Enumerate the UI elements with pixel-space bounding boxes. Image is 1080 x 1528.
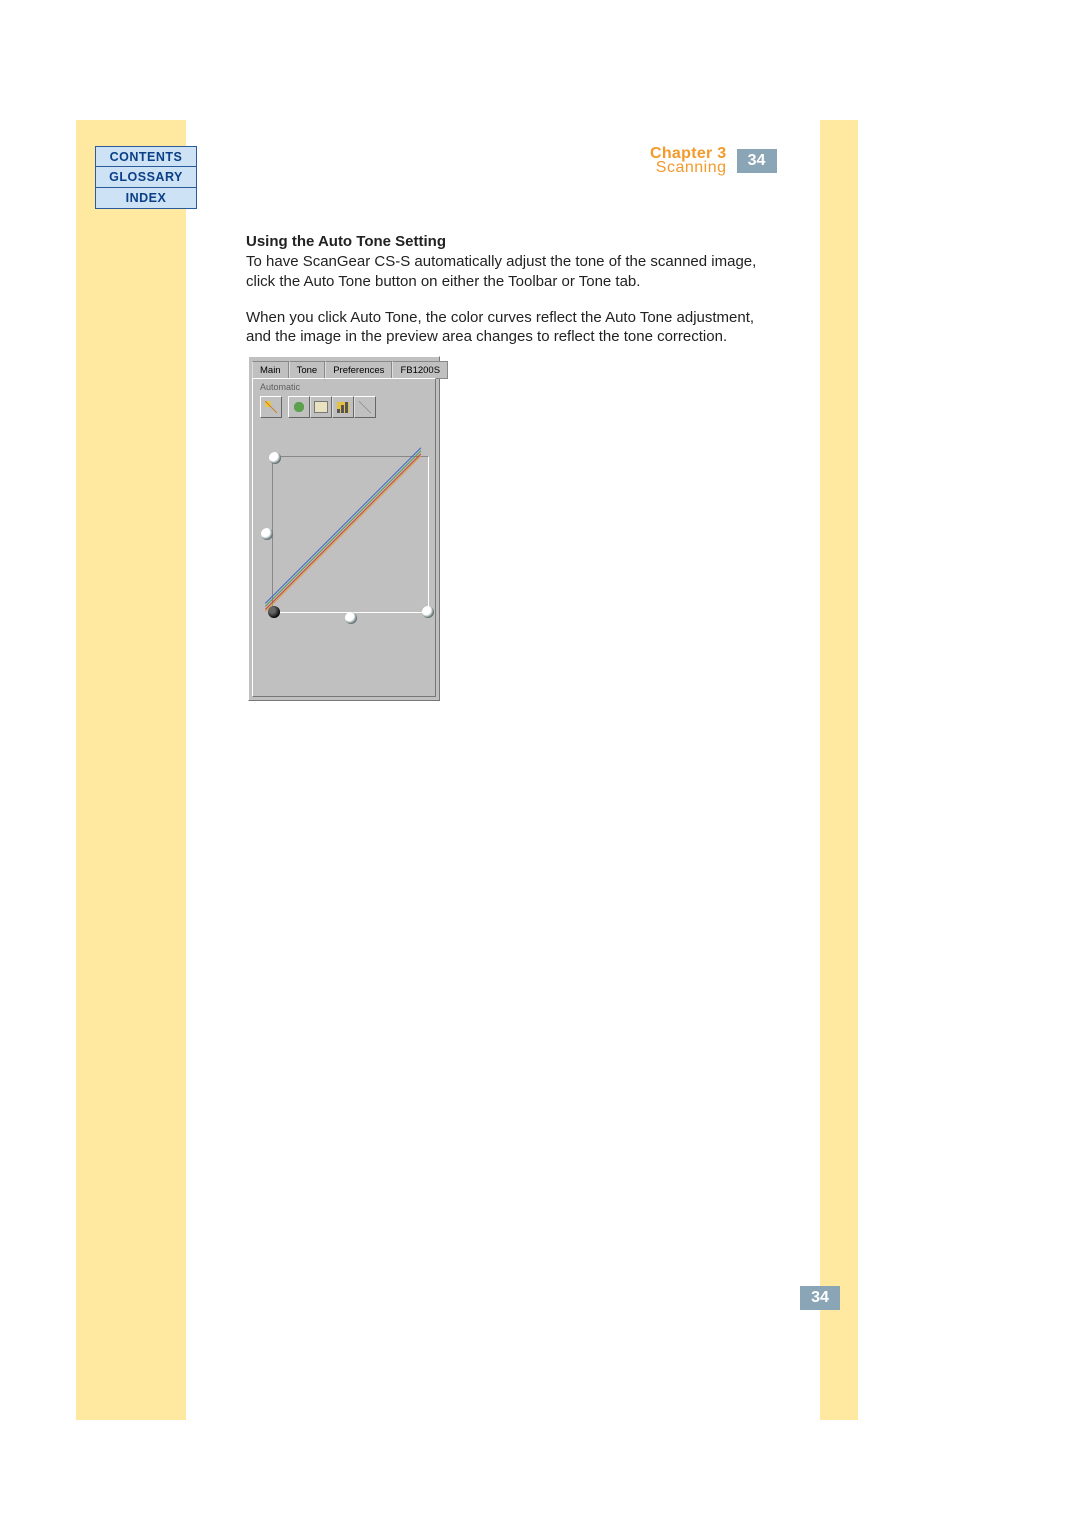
input-white-slider[interactable] [422, 606, 434, 618]
auto-tone-icon [265, 401, 277, 413]
paragraph-2: When you click Auto Tone, the color curv… [246, 308, 776, 348]
chapter-header: Chapter 3 Scanning 34 [650, 146, 777, 176]
tone-curve-chart[interactable] [272, 456, 429, 613]
curve-composite [265, 455, 421, 611]
section-heading: Using the Auto Tone Setting [246, 233, 776, 250]
auto-tone-button[interactable] [260, 396, 282, 418]
glossary-button[interactable]: GLOSSARY [95, 167, 197, 188]
right-accent-stripe [820, 120, 858, 1420]
curve-icon [359, 401, 371, 413]
left-accent-stripe [76, 120, 186, 1420]
nav-buttons: CONTENTS GLOSSARY INDEX [95, 146, 197, 209]
contrast-brightness-button[interactable] [310, 396, 332, 418]
contrast-brightness-icon [314, 401, 328, 413]
curve-blue [265, 447, 421, 603]
input-black-slider[interactable] [268, 606, 280, 618]
curve-green [265, 450, 421, 606]
index-button[interactable]: INDEX [95, 188, 197, 209]
tab-main[interactable]: Main [252, 361, 289, 379]
curve-button[interactable] [354, 396, 376, 418]
output-midtone-slider[interactable] [261, 528, 273, 540]
body-content: Using the Auto Tone Setting To have Scan… [246, 233, 776, 363]
tab-device[interactable]: FB1200S [392, 361, 448, 379]
histogram-button[interactable] [332, 396, 354, 418]
color-adjust-icon [293, 401, 305, 413]
tone-panel: Automatic [252, 378, 436, 697]
tab-preferences[interactable]: Preferences [325, 361, 392, 379]
curve-lines [273, 457, 428, 612]
tone-toolbar [260, 396, 376, 418]
tone-tab-screenshot: Main Tone Preferences FB1200S Automatic [248, 356, 440, 701]
tab-bar: Main Tone Preferences FB1200S [249, 357, 439, 379]
histogram-icon [337, 402, 349, 413]
contents-button[interactable]: CONTENTS [95, 146, 197, 167]
output-white-slider[interactable] [269, 452, 281, 464]
page-number-bottom: 34 [800, 1286, 840, 1310]
paragraph-1: To have ScanGear CS-S automatically adju… [246, 252, 776, 292]
chapter-title: Scanning [650, 160, 727, 176]
automatic-group-label: Automatic [260, 382, 300, 392]
input-midtone-slider[interactable] [345, 612, 357, 624]
color-adjust-button[interactable] [288, 396, 310, 418]
page-number-top: 34 [737, 149, 777, 173]
